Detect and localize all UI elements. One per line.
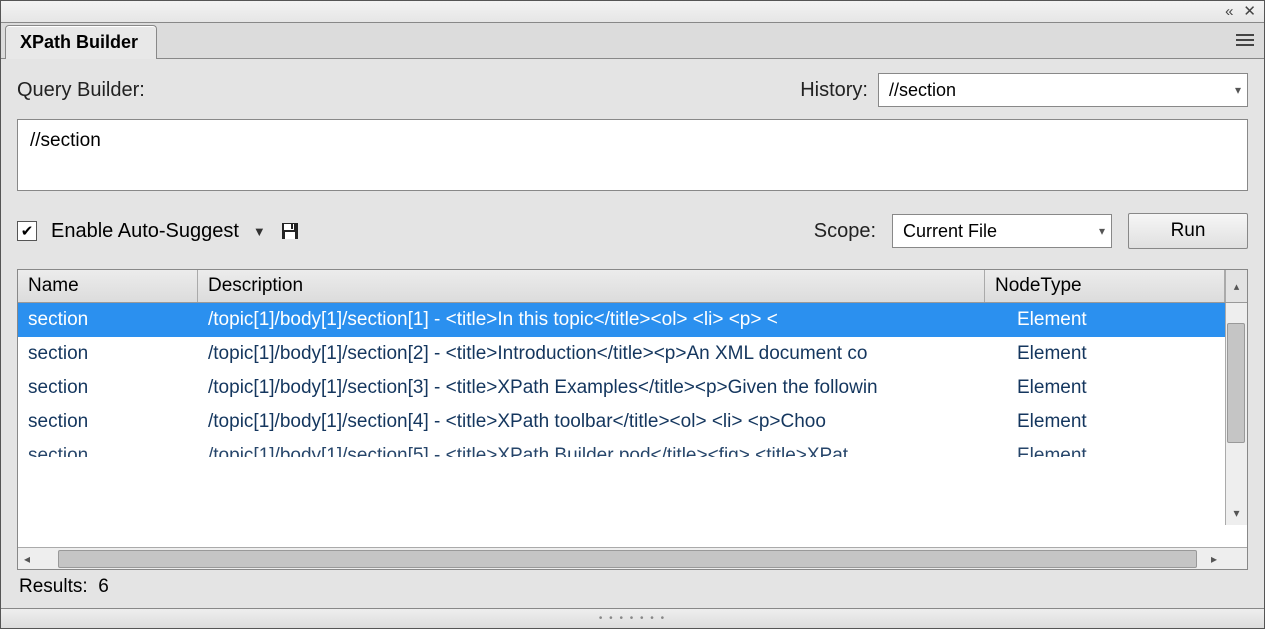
close-icon[interactable]: ✕ bbox=[1243, 4, 1256, 19]
auto-suggest-label: Enable Auto-Suggest bbox=[51, 220, 239, 243]
cell-nodetype: Element bbox=[1007, 303, 1247, 337]
col-nodetype[interactable]: NodeType bbox=[985, 270, 1225, 302]
cell-description: /topic[1]/body[1]/section[5] - <title>XP… bbox=[198, 439, 1007, 457]
scope-dropdown[interactable]: Current File ▾ bbox=[892, 214, 1112, 248]
hamburger-icon bbox=[1236, 34, 1254, 46]
cell-name: section bbox=[18, 337, 198, 371]
history-label: History: bbox=[800, 79, 868, 102]
xpath-builder-window: « ✕ XPath Builder Query Builder: History… bbox=[0, 0, 1265, 629]
table-body: section /topic[1]/body[1]/section[1] - <… bbox=[18, 303, 1247, 547]
vertical-scrollbar[interactable]: ▾ bbox=[1225, 303, 1247, 525]
cell-nodetype: Element bbox=[1007, 337, 1247, 371]
horizontal-scrollbar[interactable]: ◂ ▸ bbox=[18, 547, 1247, 569]
run-button[interactable]: Run bbox=[1128, 213, 1248, 249]
chevron-down-icon: ▾ bbox=[1099, 224, 1105, 238]
query-builder-label: Query Builder: bbox=[17, 79, 145, 102]
cell-nodetype: Element bbox=[1007, 439, 1247, 457]
tab-bar: XPath Builder bbox=[1, 23, 1264, 59]
history-value: //section bbox=[889, 80, 956, 101]
auto-suggest-checkbox[interactable]: ✔ bbox=[17, 221, 37, 241]
table-row[interactable]: section /topic[1]/body[1]/section[3] - <… bbox=[18, 371, 1247, 405]
vertical-scroll-thumb[interactable] bbox=[1227, 323, 1245, 443]
table-row[interactable]: section /topic[1]/body[1]/section[5] - <… bbox=[18, 439, 1247, 457]
panel-menu-button[interactable] bbox=[1232, 28, 1258, 52]
table-row[interactable]: section /topic[1]/body[1]/section[1] - <… bbox=[18, 303, 1247, 337]
auto-suggest-options-dropdown[interactable]: ▼ bbox=[253, 224, 266, 239]
scroll-left-button[interactable]: ◂ bbox=[18, 552, 36, 566]
query-value: //section bbox=[30, 130, 101, 151]
results-count: Results: 6 bbox=[17, 570, 1248, 598]
cell-description: /topic[1]/body[1]/section[4] - <title>XP… bbox=[198, 405, 1007, 439]
save-icon[interactable] bbox=[280, 221, 300, 241]
scroll-right-button[interactable]: ▸ bbox=[1205, 552, 1223, 566]
horizontal-scroll-thumb[interactable] bbox=[58, 550, 1197, 568]
collapse-icon[interactable]: « bbox=[1225, 4, 1233, 19]
cell-name: section bbox=[18, 439, 198, 457]
col-name[interactable]: Name bbox=[18, 270, 198, 302]
chevron-down-icon: ▾ bbox=[1235, 83, 1241, 97]
cell-description: /topic[1]/body[1]/section[2] - <title>In… bbox=[198, 337, 1007, 371]
tab-xpath-builder[interactable]: XPath Builder bbox=[5, 25, 157, 59]
cell-name: section bbox=[18, 303, 198, 337]
cell-nodetype: Element bbox=[1007, 405, 1247, 439]
status-bar: • • • • • • • bbox=[1, 608, 1264, 628]
resize-grip-icon[interactable]: • • • • • • • bbox=[599, 613, 666, 624]
table-header: Name Description NodeType ▴ bbox=[18, 270, 1247, 303]
history-dropdown[interactable]: //section ▾ bbox=[878, 73, 1248, 107]
run-label: Run bbox=[1171, 220, 1206, 241]
table-row[interactable]: section /topic[1]/body[1]/section[4] - <… bbox=[18, 405, 1247, 439]
scroll-down-button[interactable]: ▾ bbox=[1233, 503, 1239, 523]
cell-name: section bbox=[18, 371, 198, 405]
results-label: Results: bbox=[19, 576, 88, 597]
main-panel: Query Builder: History: //section ▾ //se… bbox=[1, 59, 1264, 608]
cell-name: section bbox=[18, 405, 198, 439]
scroll-up-button[interactable]: ▴ bbox=[1225, 270, 1247, 302]
col-description[interactable]: Description bbox=[198, 270, 985, 302]
results-value: 6 bbox=[98, 576, 109, 597]
cell-description: /topic[1]/body[1]/section[1] - <title>In… bbox=[198, 303, 1007, 337]
cell-nodetype: Element bbox=[1007, 371, 1247, 405]
results-table: Name Description NodeType ▴ section /top… bbox=[17, 269, 1248, 570]
window-titlebar: « ✕ bbox=[1, 1, 1264, 23]
table-row[interactable]: section /topic[1]/body[1]/section[2] - <… bbox=[18, 337, 1247, 371]
scope-label: Scope: bbox=[814, 220, 876, 243]
query-input[interactable]: //section bbox=[17, 119, 1248, 191]
cell-description: /topic[1]/body[1]/section[3] - <title>XP… bbox=[198, 371, 1007, 405]
scope-value: Current File bbox=[903, 221, 997, 242]
tab-label: XPath Builder bbox=[20, 32, 138, 52]
